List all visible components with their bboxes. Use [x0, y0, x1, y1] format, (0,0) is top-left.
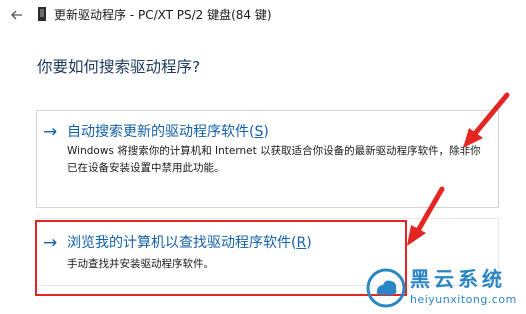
option-title: 浏览我的计算机以查找驱动程序软件(R) [67, 235, 312, 251]
window-title: 更新驱动程序 - PC/XT PS/2 键盘(84 键) [54, 8, 272, 22]
option-title: 自动搜索更新的驱动程序软件(S) [67, 124, 269, 140]
watermark: 黑云系统 heiyunxitong.com [366, 266, 526, 314]
page-heading: 你要如何搜索驱动程序? [37, 58, 201, 76]
arrow-right-icon: → [43, 233, 58, 253]
watermark-url: heiyunxitong.com [410, 293, 517, 306]
device-icon [38, 7, 46, 21]
search-automatically-option[interactable]: → 自动搜索更新的驱动程序软件(S) Windows 将搜索你的计算机和 Int… [36, 110, 499, 208]
option-description: Windows 将搜索你的计算机和 Internet 以获取适合你设备的最新驱动… [67, 145, 481, 174]
title-bar: 更新驱动程序 - PC/XT PS/2 键盘(84 键) [0, 0, 526, 30]
back-arrow-icon[interactable] [8, 6, 26, 24]
watermark-name: 黑云系统 [410, 267, 506, 291]
arrow-right-icon: → [43, 122, 58, 142]
cloud-logo-icon [366, 268, 406, 308]
